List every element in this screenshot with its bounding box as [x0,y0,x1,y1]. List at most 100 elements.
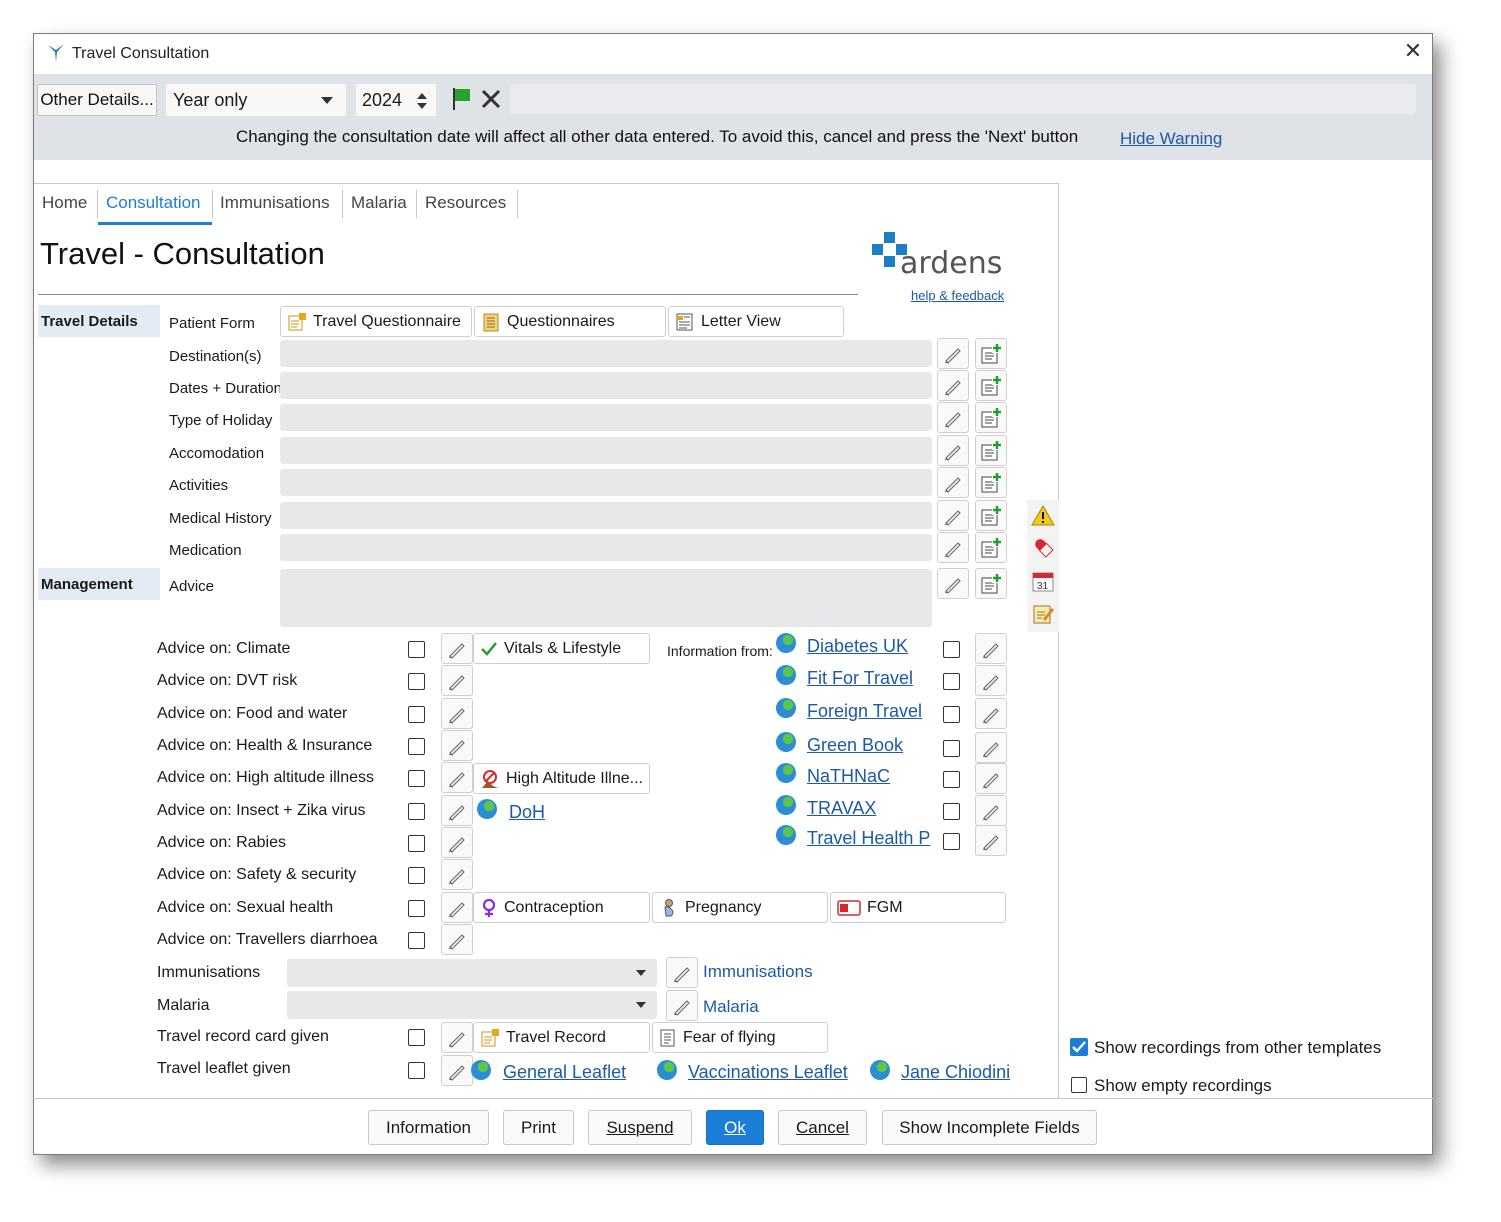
add-record-icon[interactable] [975,532,1007,563]
pencil-icon[interactable] [937,370,969,401]
date-mode-select[interactable]: Year only [166,84,346,116]
clear-date-icon[interactable] [478,85,504,113]
pencil-icon[interactable] [666,990,698,1021]
pencil-icon[interactable] [441,698,473,729]
advice-checkbox[interactable] [408,770,425,787]
tab-resources[interactable]: Resources [425,193,506,213]
add-record-icon[interactable] [975,402,1007,433]
hide-warning-link[interactable]: Hide Warning [1120,129,1222,149]
add-record-icon[interactable] [975,435,1007,466]
information-link[interactable]: NaTHNaC [807,766,890,787]
high-altitude-button[interactable]: High Altitude Illne... [473,763,650,794]
general-leaflet-link[interactable]: General Leaflet [503,1062,626,1083]
information-link[interactable]: Foreign Travel [807,701,922,722]
information-link[interactable]: TRAVAX [807,798,876,819]
pencil-icon[interactable] [937,568,969,599]
pencil-icon[interactable] [937,435,969,466]
information-checkbox[interactable] [943,803,960,820]
pencil-icon[interactable] [975,665,1007,696]
immunisations-link[interactable]: Immunisations [703,962,813,982]
information-button[interactable]: Information [368,1110,489,1145]
information-checkbox[interactable] [943,706,960,723]
vitals-lifestyle-button[interactable]: Vitals & Lifestyle [473,633,650,664]
add-record-icon[interactable] [975,467,1007,498]
show-empty-checkbox[interactable] [1071,1077,1087,1093]
jane-chiodini-link[interactable]: Jane Chiodini [901,1062,1010,1083]
fear-of-flying-button[interactable]: Fear of flying [652,1022,828,1053]
pencil-icon[interactable] [441,827,473,858]
fgm-button[interactable]: FGM [830,892,1006,923]
advice-checkbox[interactable] [408,738,425,755]
note-edit-icon[interactable] [1031,602,1055,626]
pencil-icon[interactable] [975,763,1007,794]
ok-button[interactable]: Ok [706,1110,764,1145]
travel-questionnaire-button[interactable]: Travel Questionnaire [280,306,472,337]
medical-history-input[interactable] [280,502,932,529]
pencil-icon[interactable] [441,665,473,696]
help-feedback-link[interactable]: help & feedback [911,288,1004,303]
pencil-icon[interactable] [666,957,698,988]
pencil-icon[interactable] [937,338,969,369]
advice-checkbox[interactable] [408,673,425,690]
accomodation-input[interactable] [280,437,932,464]
suspend-button[interactable]: Suspend [588,1110,692,1145]
pencil-icon[interactable] [937,500,969,531]
warning-icon[interactable] [1031,504,1055,526]
information-link[interactable]: Green Book [807,735,903,756]
close-icon[interactable]: ✕ [1400,38,1426,68]
add-record-icon[interactable] [975,568,1007,599]
advice-checkbox[interactable] [408,706,425,723]
pregnancy-button[interactable]: Pregnancy [652,892,828,923]
advice-checkbox[interactable] [408,835,425,852]
malaria-select[interactable] [287,991,657,1019]
pencil-icon[interactable] [441,1055,473,1086]
dates-duration-input[interactable] [280,372,932,399]
tab-immunisations[interactable]: Immunisations [220,193,330,213]
pencil-icon[interactable] [441,892,473,923]
show-incomplete-button[interactable]: Show Incomplete Fields [882,1110,1097,1145]
information-checkbox[interactable] [943,673,960,690]
information-checkbox[interactable] [943,771,960,788]
pencil-icon[interactable] [441,1022,473,1053]
information-link[interactable]: Diabetes UK [807,636,908,657]
pencil-icon[interactable] [975,633,1007,664]
information-link[interactable]: Fit For Travel [807,668,913,689]
pencil-icon[interactable] [975,795,1007,826]
activities-input[interactable] [280,469,932,496]
add-record-icon[interactable] [975,370,1007,401]
leaflet-checkbox[interactable] [408,1062,425,1079]
green-flag-icon[interactable] [450,85,474,113]
medication-input[interactable] [280,534,932,561]
year-spinner[interactable]: 2024 [356,84,436,116]
print-button[interactable]: Print [503,1110,574,1145]
show-other-checkbox[interactable] [1070,1038,1088,1056]
pencil-icon[interactable] [937,402,969,433]
malaria-link[interactable]: Malaria [703,997,759,1017]
pencil-icon[interactable] [441,730,473,761]
medication-pill-icon[interactable] [1031,536,1055,558]
advice-checkbox[interactable] [408,641,425,658]
information-link[interactable]: Travel Health P [807,828,930,849]
pencil-icon[interactable] [441,924,473,955]
tab-malaria[interactable]: Malaria [351,193,407,213]
advice-textarea[interactable] [280,569,932,627]
add-record-icon[interactable] [975,500,1007,531]
holiday-type-input[interactable] [280,404,932,431]
pencil-icon[interactable] [441,859,473,890]
information-checkbox[interactable] [943,740,960,757]
contraception-button[interactable]: Contraception [473,892,650,923]
advice-checkbox[interactable] [408,932,425,949]
advice-checkbox[interactable] [408,867,425,884]
pencil-icon[interactable] [441,795,473,826]
other-details-button[interactable]: Other Details... [37,84,157,116]
pencil-icon[interactable] [937,532,969,563]
pencil-icon[interactable] [441,762,473,793]
tab-home[interactable]: Home [42,193,87,213]
tab-consultation[interactable]: Consultation [106,193,201,213]
destinations-input[interactable] [280,340,932,367]
advice-checkbox[interactable] [408,900,425,917]
doh-link[interactable]: DoH [509,802,545,823]
pencil-icon[interactable] [937,467,969,498]
add-record-icon[interactable] [975,338,1007,369]
pencil-icon[interactable] [441,633,473,664]
